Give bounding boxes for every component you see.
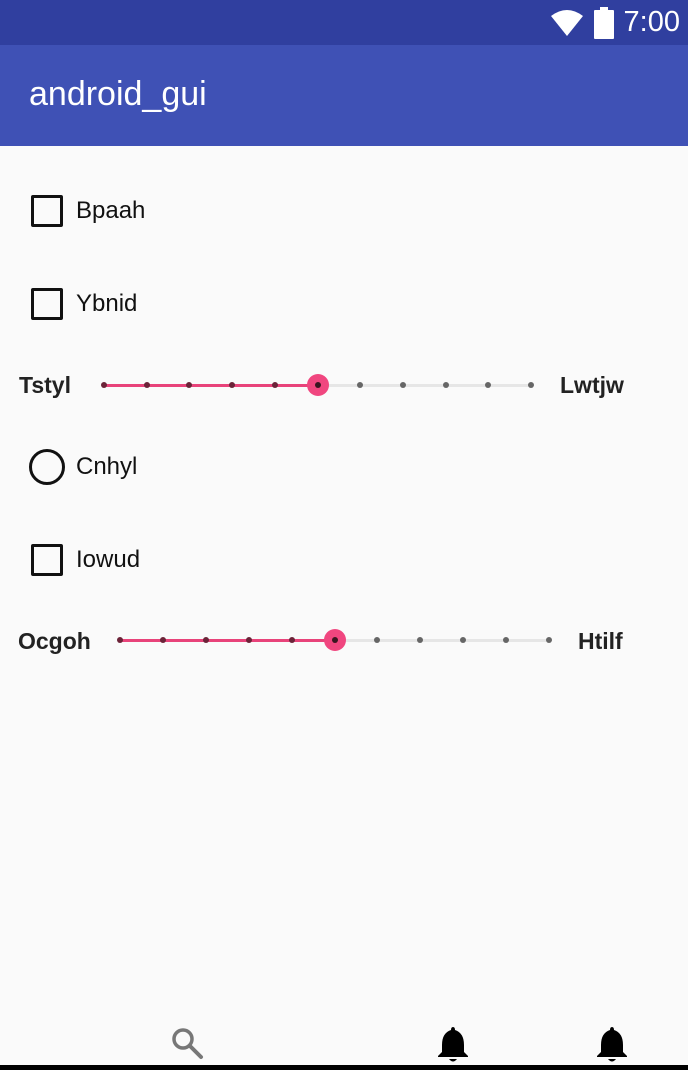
slider-track-fill (104, 384, 318, 387)
checkbox-box[interactable] (31, 195, 63, 227)
app-title: android_gui (29, 75, 207, 113)
slider-tick (442, 382, 449, 388)
slider-tick (245, 637, 252, 643)
slider-tick (288, 637, 295, 643)
slider-thumb[interactable] (323, 629, 346, 651)
slider-tick (117, 637, 123, 643)
bell-icon[interactable] (596, 1025, 628, 1063)
app-bar: android_gui (0, 45, 688, 146)
slider-right-label: Htilf (578, 628, 623, 654)
checkbox-label: Iowud (76, 546, 141, 573)
slider-tick (357, 382, 364, 388)
slider-tick (374, 637, 381, 643)
slider-tick (143, 382, 150, 388)
slider-tick (229, 382, 236, 388)
slider-row-ocgoh: Ocgoh Htilf (0, 621, 688, 661)
slider-tick (460, 637, 467, 643)
slider-right-label: Lwtjw (560, 372, 624, 398)
checkbox-label: Bpaah (76, 197, 146, 224)
checkbox-bpaah[interactable]: Bpaah (0, 190, 688, 232)
slider-tick (271, 382, 278, 388)
slider-tick (546, 637, 552, 643)
wifi-icon (550, 9, 583, 36)
status-bar: 7:00 (0, 0, 688, 45)
slider-tick (186, 382, 193, 388)
bottom-edge (0, 1065, 688, 1070)
slider-tick (503, 637, 510, 643)
status-time: 7:00 (623, 6, 680, 38)
checkbox-box[interactable] (31, 288, 63, 320)
checkbox-label: Ybnid (76, 290, 138, 317)
slider-tick (399, 382, 406, 388)
bell-icon[interactable] (437, 1025, 469, 1063)
slider-tick (417, 637, 424, 643)
radio-cnhyl[interactable]: Cnhyl (0, 446, 688, 488)
slider-tick (101, 382, 107, 388)
slider-row-tstyl: Tstyl Lwtjw (0, 365, 688, 405)
slider-tick (528, 382, 534, 388)
slider-track-fill (120, 639, 335, 642)
radio-button[interactable] (29, 449, 65, 485)
bottom-nav (0, 1020, 688, 1065)
slider-tick (485, 382, 492, 388)
slider-thumb[interactable] (306, 374, 329, 396)
search-icon[interactable] (170, 1026, 204, 1060)
slider-tick (159, 637, 166, 643)
radio-label: Cnhyl (76, 453, 138, 480)
checkbox-ybnid[interactable]: Ybnid (0, 283, 688, 325)
slider-tick (202, 637, 209, 643)
battery-icon (593, 6, 614, 39)
status-icons: 7:00 (550, 0, 680, 45)
checkbox-iowud[interactable]: Iowud (0, 539, 688, 581)
checkbox-box[interactable] (31, 544, 63, 576)
